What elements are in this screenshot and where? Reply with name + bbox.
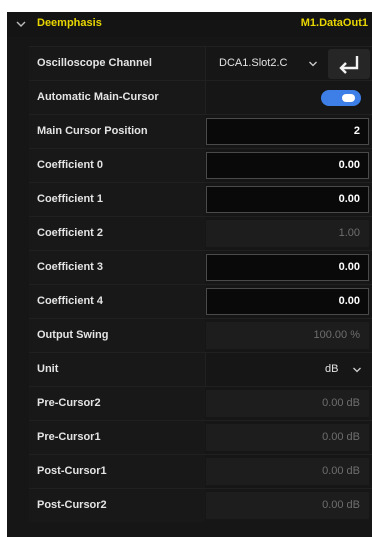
main-cursor-position-input[interactable]: 2 xyxy=(206,118,369,145)
row-output-swing: Output Swing 100.00 % xyxy=(29,318,372,352)
row-post-cursor1: Post-Cursor1 0.00 dB xyxy=(29,454,372,488)
coefficient-3-label: Coefficient 3 xyxy=(37,251,205,284)
coefficient-4-input[interactable]: 0.00 xyxy=(206,288,369,315)
coefficient-0-input[interactable]: 0.00 xyxy=(206,152,369,179)
post-cursor1-input: 0.00 dB xyxy=(206,458,369,485)
post-cursor2-label: Post-Cursor2 xyxy=(37,489,205,522)
unit-label: Unit xyxy=(37,353,205,386)
row-unit: Unit dB xyxy=(29,352,372,386)
output-swing-label: Output Swing xyxy=(37,319,205,352)
row-pre-cursor1: Pre-Cursor1 0.00 dB xyxy=(29,420,372,454)
deemphasis-panel: Deemphasis M1.DataOut1 Oscilloscope Chan… xyxy=(7,12,372,537)
enter-button[interactable] xyxy=(328,49,370,79)
pre-cursor2-input: 0.00 dB xyxy=(206,390,369,417)
section-header[interactable]: Deemphasis M1.DataOut1 xyxy=(7,12,372,37)
post-cursor1-label: Post-Cursor1 xyxy=(37,455,205,488)
row-oscilloscope-channel: Oscilloscope Channel DCA1.Slot2.C xyxy=(29,46,372,80)
row-coefficient-4: Coefficient 4 0.00 xyxy=(29,284,372,318)
toggle-knob xyxy=(342,94,355,102)
pre-cursor1-label: Pre-Cursor1 xyxy=(37,421,205,454)
row-main-cursor-position: Main Cursor Position 2 xyxy=(29,114,372,148)
coefficient-0-label: Coefficient 0 xyxy=(37,149,205,182)
oscilloscope-channel-value: DCA1.Slot2.C xyxy=(219,57,288,69)
section-target-label: M1.DataOut1 xyxy=(300,17,368,29)
automatic-main-cursor-toggle[interactable] xyxy=(321,90,361,106)
coefficient-4-label: Coefficient 4 xyxy=(37,285,205,318)
automatic-main-cursor-label: Automatic Main-Cursor xyxy=(37,81,205,114)
unit-value: dB xyxy=(325,363,339,375)
chevron-down-icon[interactable] xyxy=(15,18,27,30)
row-coefficient-2: Coefficient 2 1.00 xyxy=(29,216,372,250)
coefficient-2-label: Coefficient 2 xyxy=(37,217,205,250)
row-post-cursor2: Post-Cursor2 0.00 dB xyxy=(29,488,372,522)
oscilloscope-channel-label: Oscilloscope Channel xyxy=(37,47,205,80)
coefficient-1-input[interactable]: 0.00 xyxy=(206,186,369,213)
chevron-down-icon xyxy=(353,367,361,373)
unit-select[interactable]: dB xyxy=(206,353,372,386)
row-coefficient-1: Coefficient 1 0.00 xyxy=(29,182,372,216)
enter-return-icon xyxy=(339,56,359,74)
coefficient-3-input[interactable]: 0.00 xyxy=(206,254,369,281)
row-pre-cursor2: Pre-Cursor2 0.00 dB xyxy=(29,386,372,420)
row-coefficient-3: Coefficient 3 0.00 xyxy=(29,250,372,284)
pre-cursor1-input: 0.00 dB xyxy=(206,424,369,451)
cell-divider xyxy=(205,81,206,114)
section-title: Deemphasis xyxy=(37,17,102,29)
pre-cursor2-label: Pre-Cursor2 xyxy=(37,387,205,420)
oscilloscope-channel-select[interactable]: DCA1.Slot2.C xyxy=(206,47,326,80)
row-coefficient-0: Coefficient 0 0.00 xyxy=(29,148,372,182)
coefficient-1-label: Coefficient 1 xyxy=(37,183,205,216)
output-swing-input: 100.00 % xyxy=(206,322,369,349)
post-cursor2-input: 0.00 dB xyxy=(206,492,369,519)
coefficient-2-input: 1.00 xyxy=(206,220,369,247)
chevron-down-icon xyxy=(309,61,317,67)
row-automatic-main-cursor: Automatic Main-Cursor xyxy=(29,80,372,114)
main-cursor-position-label: Main Cursor Position xyxy=(37,115,205,148)
